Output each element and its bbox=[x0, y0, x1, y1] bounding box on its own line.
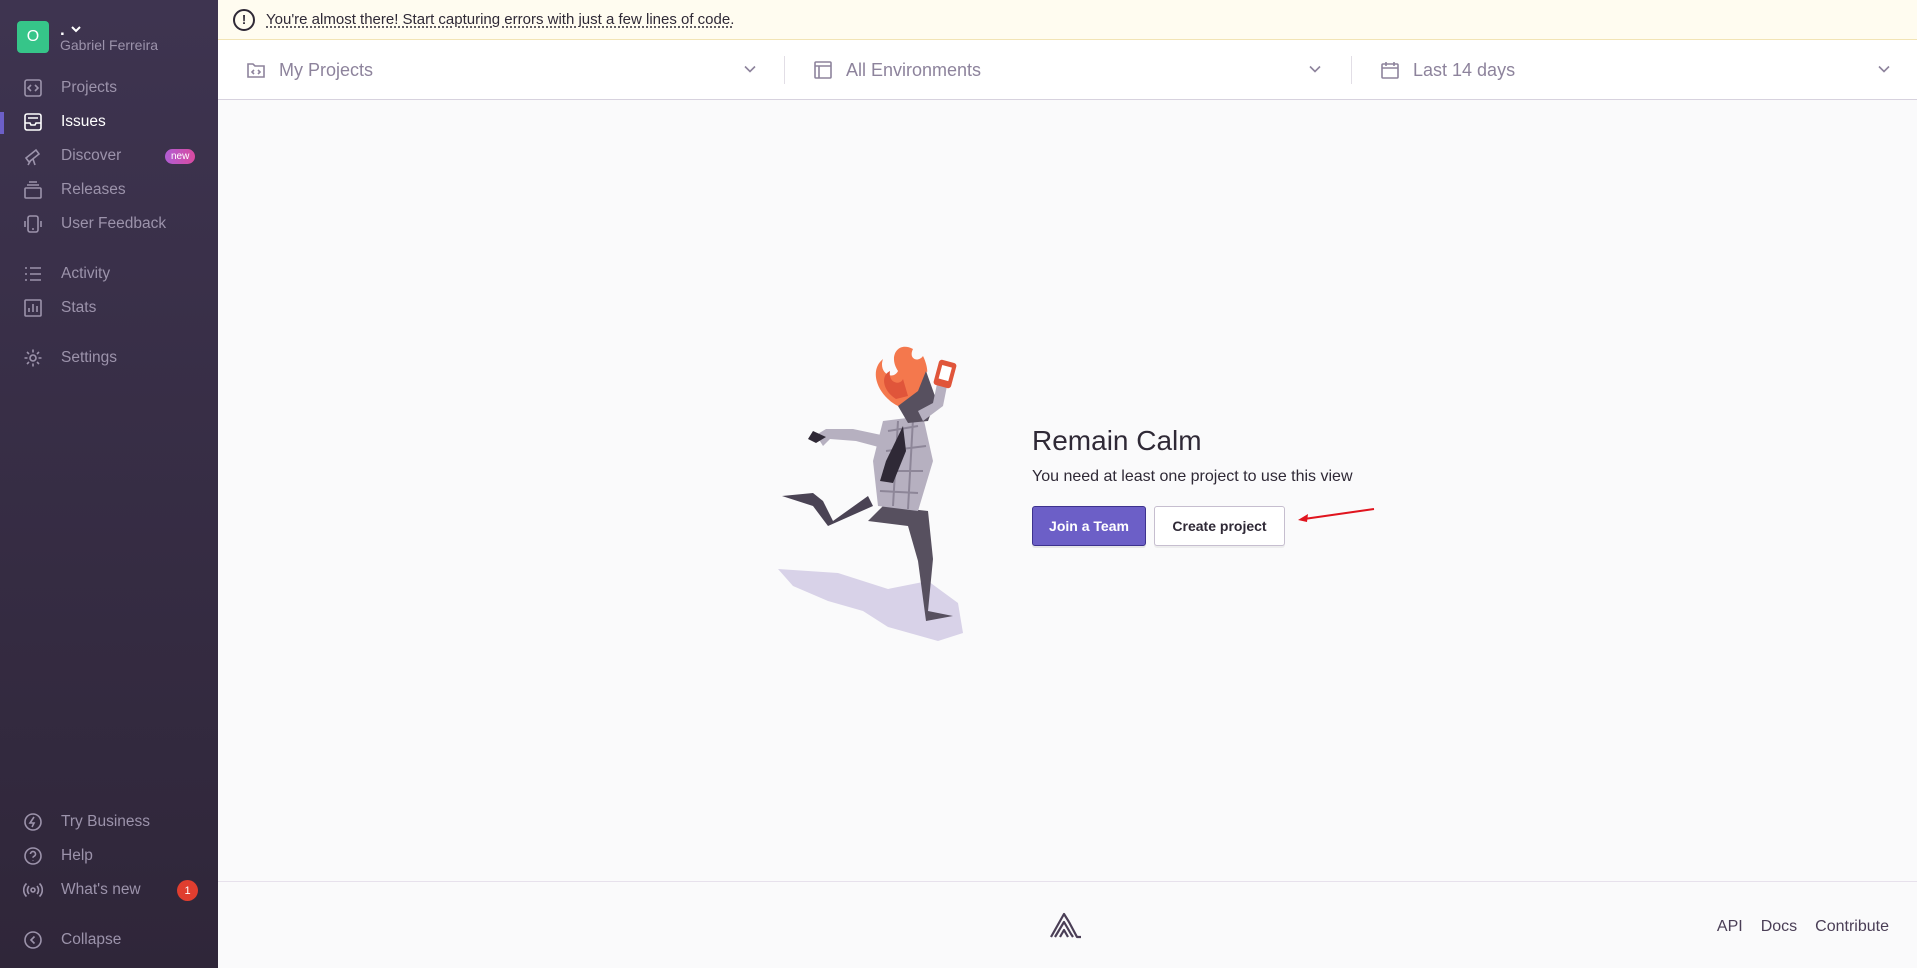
date-selector-label: Last 14 days bbox=[1413, 59, 1516, 80]
chevron-down-icon bbox=[744, 65, 756, 73]
sidebar-item-label: Collapse bbox=[61, 931, 122, 948]
new-badge: new bbox=[165, 149, 196, 164]
sidebar-item-label: Try Business bbox=[61, 813, 151, 830]
lightning-icon bbox=[22, 811, 44, 833]
chevron-down-icon bbox=[71, 25, 81, 32]
sentry-logo-icon bbox=[1050, 912, 1081, 939]
date-selector[interactable]: Last 14 days bbox=[1381, 40, 1891, 100]
warning-icon: ! bbox=[233, 8, 255, 31]
sidebar-item-label: What's new bbox=[61, 881, 141, 898]
sidebar-item-discover[interactable]: Discover new bbox=[0, 141, 218, 171]
projects-icon bbox=[22, 77, 44, 99]
org-switcher[interactable]: O . Gabriel Ferreira bbox=[17, 21, 158, 53]
sidebar-item-label: Help bbox=[61, 847, 93, 864]
gear-icon bbox=[22, 347, 44, 369]
sidebar-collapse-button[interactable]: Collapse bbox=[0, 925, 218, 955]
onboarding-alert-link[interactable]: You're almost there! Start capturing err… bbox=[266, 11, 734, 28]
telescope-icon bbox=[22, 145, 44, 167]
running-person-illustration bbox=[778, 346, 963, 641]
footer-link-contribute[interactable]: Contribute bbox=[1815, 918, 1889, 936]
project-selector[interactable]: My Projects bbox=[247, 40, 757, 100]
sidebar-item-user-feedback[interactable]: User Feedback bbox=[0, 209, 218, 239]
chevron-down-icon bbox=[1878, 65, 1890, 73]
empty-state-title: Remain Calm bbox=[1032, 425, 1202, 456]
sidebar-item-label: User Feedback bbox=[61, 215, 167, 232]
stats-icon bbox=[22, 297, 44, 319]
empty-state-subtitle: You need at least one project to use thi… bbox=[1032, 468, 1353, 485]
create-project-button[interactable]: Create project bbox=[1154, 506, 1285, 546]
empty-state: Remain Calm You need at least one projec… bbox=[218, 101, 1917, 881]
filter-divider bbox=[784, 56, 785, 84]
broadcast-icon bbox=[22, 879, 44, 901]
sidebar-item-issues[interactable]: Issues bbox=[0, 107, 218, 137]
releases-icon bbox=[22, 179, 44, 201]
sidebar-item-label: Stats bbox=[61, 299, 97, 316]
sidebar-item-label: Issues bbox=[61, 113, 106, 130]
chevron-left-icon bbox=[22, 929, 44, 951]
sidebar-item-settings[interactable]: Settings bbox=[0, 343, 218, 373]
issues-icon bbox=[22, 111, 44, 133]
sidebar-item-projects[interactable]: Projects bbox=[0, 73, 218, 103]
sidebar-item-label: Activity bbox=[61, 265, 111, 282]
global-selection-header: My Projects All Environments Last 14 day… bbox=[218, 40, 1917, 100]
sidebar-item-whats-new[interactable]: What's new 1 bbox=[0, 875, 218, 905]
environment-selector-label: All Environments bbox=[846, 59, 982, 80]
environment-selector[interactable]: All Environments bbox=[814, 40, 1322, 100]
org-avatar: O bbox=[17, 21, 49, 53]
sidebar-item-label: Settings bbox=[61, 349, 118, 366]
project-selector-label: My Projects bbox=[279, 59, 374, 80]
footer-link-docs[interactable]: Docs bbox=[1761, 918, 1797, 936]
org-name: . bbox=[60, 19, 65, 39]
sidebar-item-releases[interactable]: Releases bbox=[0, 175, 218, 205]
sidebar-item-try-business[interactable]: Try Business bbox=[0, 807, 218, 837]
sidebar-item-label: Releases bbox=[61, 181, 126, 198]
annotation-arrow-icon bbox=[1298, 508, 1375, 522]
sidebar-item-help[interactable]: Help bbox=[0, 841, 218, 871]
whats-new-count-badge: 1 bbox=[177, 880, 198, 901]
list-icon bbox=[22, 263, 44, 285]
sidebar-item-label: Projects bbox=[61, 79, 117, 96]
join-team-button[interactable]: Join a Team bbox=[1032, 506, 1146, 546]
question-icon bbox=[22, 845, 44, 867]
project-icon bbox=[247, 61, 265, 79]
footer-link-api[interactable]: API bbox=[1717, 918, 1743, 936]
user-feedback-icon bbox=[22, 213, 44, 235]
user-name: Gabriel Ferreira bbox=[60, 37, 159, 53]
sidebar-item-label: Discover bbox=[61, 147, 122, 164]
sidebar-item-stats[interactable]: Stats bbox=[0, 293, 218, 323]
onboarding-alert: ! You're almost there! Start capturing e… bbox=[218, 0, 1917, 40]
sidebar: O . Gabriel Ferreira Projects Issues Dis… bbox=[0, 0, 218, 968]
environment-icon bbox=[814, 61, 832, 79]
calendar-icon bbox=[1381, 61, 1399, 79]
chevron-down-icon bbox=[1309, 65, 1321, 73]
footer: API Docs Contribute bbox=[218, 881, 1917, 968]
filter-divider bbox=[1351, 56, 1352, 84]
sidebar-item-activity[interactable]: Activity bbox=[0, 259, 218, 289]
